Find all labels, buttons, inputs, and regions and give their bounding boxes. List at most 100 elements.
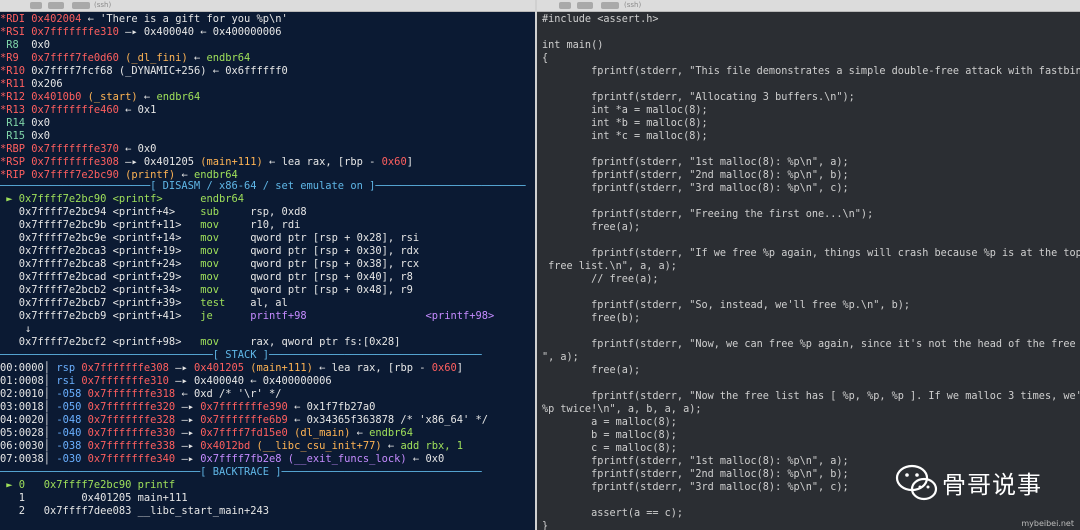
- source-line[interactable]: assert(a == c);: [542, 507, 683, 520]
- disasm-row[interactable]: 0x7ffff7e2bcb9 <printf+41> je printf+98 …: [0, 310, 494, 323]
- disasm-row[interactable]: 0x7ffff7e2bc94 <printf+4> sub rsp, 0xd8: [0, 206, 307, 219]
- source-line[interactable]: fprintf(stderr, "2nd malloc(8): %p\n", b…: [542, 169, 849, 182]
- redacted-host: [30, 2, 42, 9]
- source-line[interactable]: fprintf(stderr, "Freeing the first one..…: [542, 208, 873, 221]
- brand-name: 骨哥说事: [942, 471, 1042, 499]
- current-instruction-marker: [0, 336, 19, 348]
- stack-row[interactable]: 02:0010│ -058 0x7fffffffe318 ← 0xd /* '\…: [0, 388, 282, 401]
- stack-row[interactable]: 00:0000│ rsp 0x7fffffffe308 —▸ 0x401205 …: [0, 362, 463, 375]
- register-name: *R11: [0, 78, 26, 90]
- register-value: —▸: [118, 26, 144, 38]
- disasm-row[interactable]: ► 0x7ffff7e2bc90 <printf> endbr64: [0, 193, 244, 206]
- source-line[interactable]: c = malloc(8);: [542, 442, 677, 455]
- stack-value: —▸: [175, 440, 201, 452]
- disasm-row[interactable]: 0x7ffff7e2bcb7 <printf+39> test al, al: [0, 297, 288, 310]
- register-row[interactable]: *R12 0x4010b0 (_start) ← endbr64: [0, 91, 200, 104]
- instruction-operands: qword ptr [rsp + 0x38], rcx: [250, 258, 420, 270]
- stack-row[interactable]: 04:0020│ -048 0x7fffffffe328 —▸ 0x7fffff…: [0, 414, 488, 427]
- backtrace-frame[interactable]: ► 0 0x7ffff7e2bc90 printf: [0, 479, 175, 492]
- register-row[interactable]: *R9 0x7ffff7fe0d60 (_dl_fini) ← endbr64: [0, 52, 250, 65]
- source-line[interactable]: int *c = malloc(8);: [542, 130, 708, 143]
- source-line[interactable]: int main(): [542, 39, 603, 52]
- register-row[interactable]: R14 0x0: [0, 117, 50, 130]
- source-line[interactable]: fprintf(stderr, "Now the free list has […: [542, 390, 1080, 403]
- disasm-row[interactable]: 0x7ffff7e2bca3 <printf+19> mov qword ptr…: [0, 245, 419, 258]
- backtrace-frame[interactable]: 2 0x7ffff7dee083 __libc_start_main+243: [0, 505, 269, 518]
- disasm-row[interactable]: 0x7ffff7e2bc9e <printf+14> mov qword ptr…: [0, 232, 419, 245]
- frame-text: 2 0x7ffff7dee083 __libc_start_main+243: [0, 505, 269, 517]
- source-pane[interactable]: #include <assert.h> int main(){ fprintf(s…: [537, 12, 1080, 530]
- source-line[interactable]: int *b = malloc(8);: [542, 117, 708, 130]
- source-line[interactable]: fprintf(stderr, "3rd malloc(8): %p\n", c…: [542, 182, 849, 195]
- source-line[interactable]: #include <assert.h>: [542, 13, 659, 26]
- disasm-row[interactable]: ↓: [0, 323, 31, 336]
- instruction-symbol: <printf+14>: [106, 232, 201, 244]
- source-line[interactable]: fprintf(stderr, "Allocating 3 buffers.\n…: [542, 91, 855, 104]
- source-line[interactable]: free(a);: [542, 221, 640, 234]
- instruction-address: 0x7ffff7e2bca8: [18, 258, 107, 270]
- register-row[interactable]: *R11 0x206: [0, 78, 63, 91]
- source-line[interactable]: fprintf(stderr, "2nd malloc(8): %p\n", b…: [542, 468, 849, 481]
- register-value: endbr64: [156, 91, 201, 103]
- stack-value: ←: [406, 453, 426, 465]
- disasm-row[interactable]: 0x7ffff7e2bcad <printf+29> mov qword ptr…: [0, 271, 413, 284]
- disasm-row[interactable]: 0x7ffff7e2bcb2 <printf+34> mov qword ptr…: [0, 284, 413, 297]
- stack-register: rsp: [56, 362, 82, 374]
- source-line[interactable]: a = malloc(8);: [542, 416, 677, 429]
- instruction-address: 0x7ffff7e2bcb9: [18, 310, 107, 322]
- source-line[interactable]: fprintf(stderr, "3rd malloc(8): %p\n", c…: [542, 481, 849, 494]
- source-line[interactable]: fprintf(stderr, "1st malloc(8): %p\n", a…: [542, 156, 849, 169]
- current-instruction-marker: ↓: [0, 323, 32, 335]
- source-line[interactable]: fprintf(stderr, "This file demonstrates …: [542, 65, 1080, 78]
- register-row[interactable]: *RBP 0x7fffffffe370 ← 0x0: [0, 143, 156, 156]
- right-terminal-tab[interactable]: (ssh): [537, 0, 1080, 12]
- register-value: ←: [118, 143, 138, 155]
- source-line[interactable]: fprintf(stderr, "So, instead, we'll free…: [542, 299, 910, 312]
- source-line[interactable]: fprintf(stderr, "Now, we can free %p aga…: [542, 338, 1080, 351]
- stack-row[interactable]: 06:0030│ -038 0x7fffffffe338 —▸ 0x4012bd…: [0, 440, 463, 453]
- register-row[interactable]: *R10 0x7ffff7fcf68 (_DYNAMIC+256) ← 0x6f…: [0, 65, 288, 78]
- instruction-symbol: <printf+41>: [106, 310, 201, 322]
- register-row[interactable]: *RDI 0x402004 ← 'There is a gift for you…: [0, 13, 288, 26]
- source-line[interactable]: }: [542, 520, 548, 530]
- register-row[interactable]: *RSP 0x7fffffffe308 —▸ 0x401205 (main+11…: [0, 156, 413, 169]
- register-value: 0x0: [31, 130, 51, 142]
- disasm-row[interactable]: 0x7ffff7e2bcf2 <printf+98> mov rax, qwor…: [0, 336, 401, 349]
- stack-row[interactable]: 05:0028│ -040 0x7fffffffe330 —▸ 0x7ffff7…: [0, 427, 413, 440]
- stack-value: 0x60: [431, 362, 457, 374]
- left-terminal-tab[interactable]: (ssh): [0, 0, 535, 12]
- source-line[interactable]: free(b);: [542, 312, 640, 325]
- register-value: 0x7fffffffe308: [31, 156, 119, 168]
- instruction-operands: printf+98 <printf+98>: [250, 310, 495, 322]
- source-line[interactable]: int *a = malloc(8);: [542, 104, 708, 117]
- stack-value: 0x0: [425, 453, 445, 465]
- source-line[interactable]: b = malloc(8);: [542, 429, 677, 442]
- register-row[interactable]: *RSI 0x7fffffffe310 —▸ 0x400040 ← 0x4000…: [0, 26, 282, 39]
- register-value: (_start): [87, 91, 138, 103]
- source-line[interactable]: %p twice!\n", a, b, a, a);: [542, 403, 701, 416]
- instruction-symbol: <printf+11>: [106, 219, 201, 231]
- source-line[interactable]: fprintf(stderr, "1st malloc(8): %p\n", a…: [542, 455, 849, 468]
- stack-row[interactable]: 07:0038│ -030 0x7fffffffe340 —▸ 0x7ffff7…: [0, 453, 444, 466]
- source-line[interactable]: free(a);: [542, 364, 640, 377]
- source-line[interactable]: ", a);: [542, 351, 579, 364]
- disasm-row[interactable]: 0x7ffff7e2bca8 <printf+24> mov qword ptr…: [0, 258, 419, 271]
- register-row[interactable]: *R13 0x7fffffffe460 ← 0x1: [0, 104, 156, 117]
- stack-row[interactable]: 01:0008│ rsi 0x7fffffffe310 —▸ 0x400040 …: [0, 375, 332, 388]
- source-line[interactable]: free list.\n", a, a);: [542, 260, 677, 273]
- stack-value: 0x400040 ← 0x400000006: [193, 375, 332, 387]
- source-line[interactable]: {: [542, 52, 548, 65]
- register-row[interactable]: R8 0x0: [0, 39, 50, 52]
- frame-text: 1 0x401205 main+111: [0, 492, 188, 504]
- stack-value: (__libc_csu_init+77): [256, 440, 382, 452]
- disasm-row[interactable]: 0x7ffff7e2bc9b <printf+11> mov r10, rdi: [0, 219, 301, 232]
- register-value: 0x402004: [31, 13, 82, 25]
- register-row[interactable]: R15 0x0: [0, 130, 50, 143]
- stack-row[interactable]: 03:0018│ -050 0x7fffffffe320 —▸ 0x7fffff…: [0, 401, 375, 414]
- debugger-pane[interactable]: *RDI 0x402004 ← 'There is a gift for you…: [0, 12, 535, 530]
- register-value: 'There is a gift for you %p\n': [100, 13, 288, 25]
- source-line[interactable]: // free(a);: [542, 273, 658, 286]
- backtrace-frame[interactable]: 1 0x401205 main+111: [0, 492, 188, 505]
- tab-label: (ssh): [94, 1, 112, 9]
- source-line[interactable]: fprintf(stderr, "If we free %p again, th…: [542, 247, 1080, 260]
